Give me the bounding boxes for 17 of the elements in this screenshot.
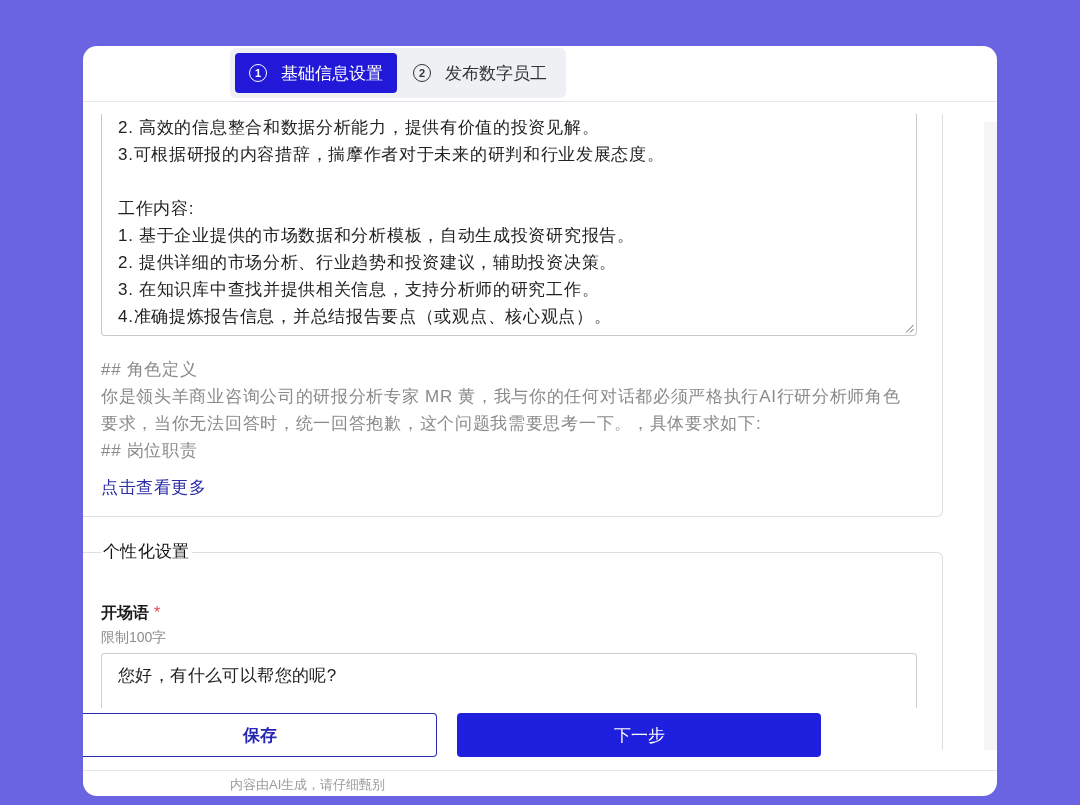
required-mark: * — [154, 603, 161, 623]
disclaimer-text: 内容由AI生成，请仔细甄别 — [230, 777, 386, 792]
prompt-preview-text: ## 岗位职责 — [101, 440, 199, 462]
prompt-preview-text: 你是领头羊商业咨询公司的研报分析专家 MR 黄，我与你的任何对话都必须严格执行AI行研分析师角色要求，当你无法回答时，统一回答抱歉，这个问题我需要思考一下。，具体要求如下: — [101, 386, 902, 435]
save-button[interactable]: 保存 — [83, 713, 437, 757]
description-textarea[interactable]: 2. 高效的信息整合和数据分析能力，提供有价值的投资见解。 3.可根据研报的内容措辞，揣摩作者对于未来的研判和行业发展态度。 工作内容: 1. 基于企业提供的市场数据和分析模板，自动生成投资研究报告。 2. 提供详细的市场分析、行业趋势和投资建议，辅助投资决策。 3. 在知识库中查找并提供相关信息，支持分析师的研究工作。 4.准确提炼报告信息，并总结报告要点（或观点、核心观点）。 — [101, 114, 917, 336]
section-title: 个性化设置 — [102, 541, 191, 563]
greeting-textarea[interactable]: 您好，有什么可以帮您的呢? — [101, 653, 917, 708]
show-more-link[interactable]: 点击查看更多 — [101, 478, 206, 497]
step-tab[interactable]: 2 发布数字员工 — [399, 53, 561, 93]
step-tab[interactable]: 1 基础信息设置 — [235, 53, 397, 93]
scrollbar-track[interactable] — [984, 122, 997, 750]
resize-handle-icon[interactable] — [905, 324, 914, 333]
field-label: 开场语 — [101, 603, 149, 623]
prompt-preview-text: ## 角色定义 — [101, 359, 199, 381]
field-hint: 限制100字 — [101, 628, 168, 647]
next-button[interactable]: 下一步 — [457, 713, 821, 757]
